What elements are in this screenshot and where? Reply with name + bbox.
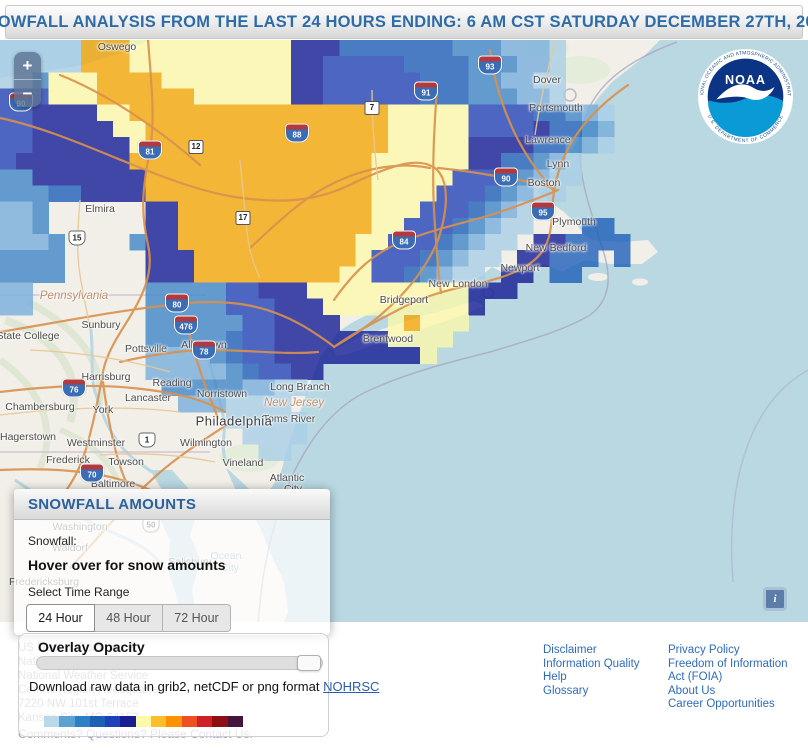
time-range-label: Select Time Range (14, 585, 330, 599)
zoom-in-button[interactable]: + (14, 52, 41, 79)
noaa-text: NOAA (725, 73, 766, 87)
legend-color-11 (197, 716, 212, 727)
time-range-button-group: 24 Hour48 Hour72 Hour (26, 604, 330, 632)
legend-color-9 (166, 716, 181, 727)
footer-link-career-opportunities[interactable]: Career Opportunities (668, 698, 800, 712)
map-zoom-control: + − (14, 52, 41, 107)
footer-links-column-2: Privacy PolicyFreedom of Information Act… (668, 644, 800, 712)
download-row: Download raw data in grib2, netCDF or pn… (29, 679, 379, 694)
snowfall-amounts-panel: SNOWFALL AMOUNTS Snowfall: Hover over fo… (14, 489, 330, 635)
legend-color-13 (228, 716, 243, 727)
panel-title: SNOWFALL AMOUNTS (28, 496, 196, 513)
footer-link-freedom-of-information-act-foia-[interactable]: Freedom of Information Act (FOIA) (668, 658, 800, 685)
footer-link-about-us[interactable]: About Us (668, 685, 800, 699)
noaa-logo: NOAA NATIONAL OCEANIC AND ATMOSPHERIC AD… (697, 48, 794, 145)
download-text: Download raw data in grib2, netCDF or pn… (29, 679, 323, 694)
time-range-button-24-hour[interactable]: 24 Hour (26, 604, 95, 632)
island-nantucket (632, 279, 648, 286)
zoom-out-button[interactable]: − (14, 79, 41, 107)
legend-color-12 (212, 716, 227, 727)
hover-hint: Hover over for snow amounts (14, 557, 330, 573)
title-bar: SNOWFALL ANALYSIS FROM THE LAST 24 HOURS… (5, 5, 803, 39)
legend-color-3 (75, 716, 90, 727)
opacity-slider[interactable] (36, 656, 323, 670)
footer-link-glossary[interactable]: Glossary (543, 685, 653, 699)
footer-link-disclaimer[interactable]: Disclaimer (543, 644, 653, 658)
legend-color-10 (182, 716, 197, 727)
legend-color-5 (105, 716, 120, 727)
island-marthas-vineyard (588, 273, 608, 281)
legend-color-1 (44, 716, 59, 727)
legend-color-2 (59, 716, 74, 727)
legend-color-8 (151, 716, 166, 727)
snowfall-value-label: Snowfall: (14, 534, 330, 548)
page-title: SNOWFALL ANALYSIS FROM THE LAST 24 HOURS… (0, 13, 808, 32)
footer-links-column-1: DisclaimerInformation QualityHelpGlossar… (543, 644, 653, 698)
snowfall-legend-colorbar (44, 716, 243, 727)
legend-color-7 (136, 716, 151, 727)
time-range-button-72-hour[interactable]: 72 Hour (163, 604, 231, 632)
time-range-button-48-hour[interactable]: 48 Hour (95, 604, 163, 632)
nohrsc-link[interactable]: NOHRSC (323, 679, 379, 694)
info-button[interactable]: i (763, 587, 787, 611)
overlay-options-panel: Overlay Opacity Download raw data in gri… (18, 633, 329, 737)
panel-header: SNOWFALL AMOUNTS (14, 489, 330, 520)
footer-link-information-quality[interactable]: Information Quality (543, 658, 653, 672)
opacity-slider-handle[interactable] (297, 655, 321, 671)
footer-link-privacy-policy[interactable]: Privacy Policy (668, 644, 800, 658)
legend-color-6 (120, 716, 135, 727)
opacity-label: Overlay Opacity (38, 639, 328, 655)
legend-color-4 (90, 716, 105, 727)
footer-link-help[interactable]: Help (543, 671, 653, 685)
